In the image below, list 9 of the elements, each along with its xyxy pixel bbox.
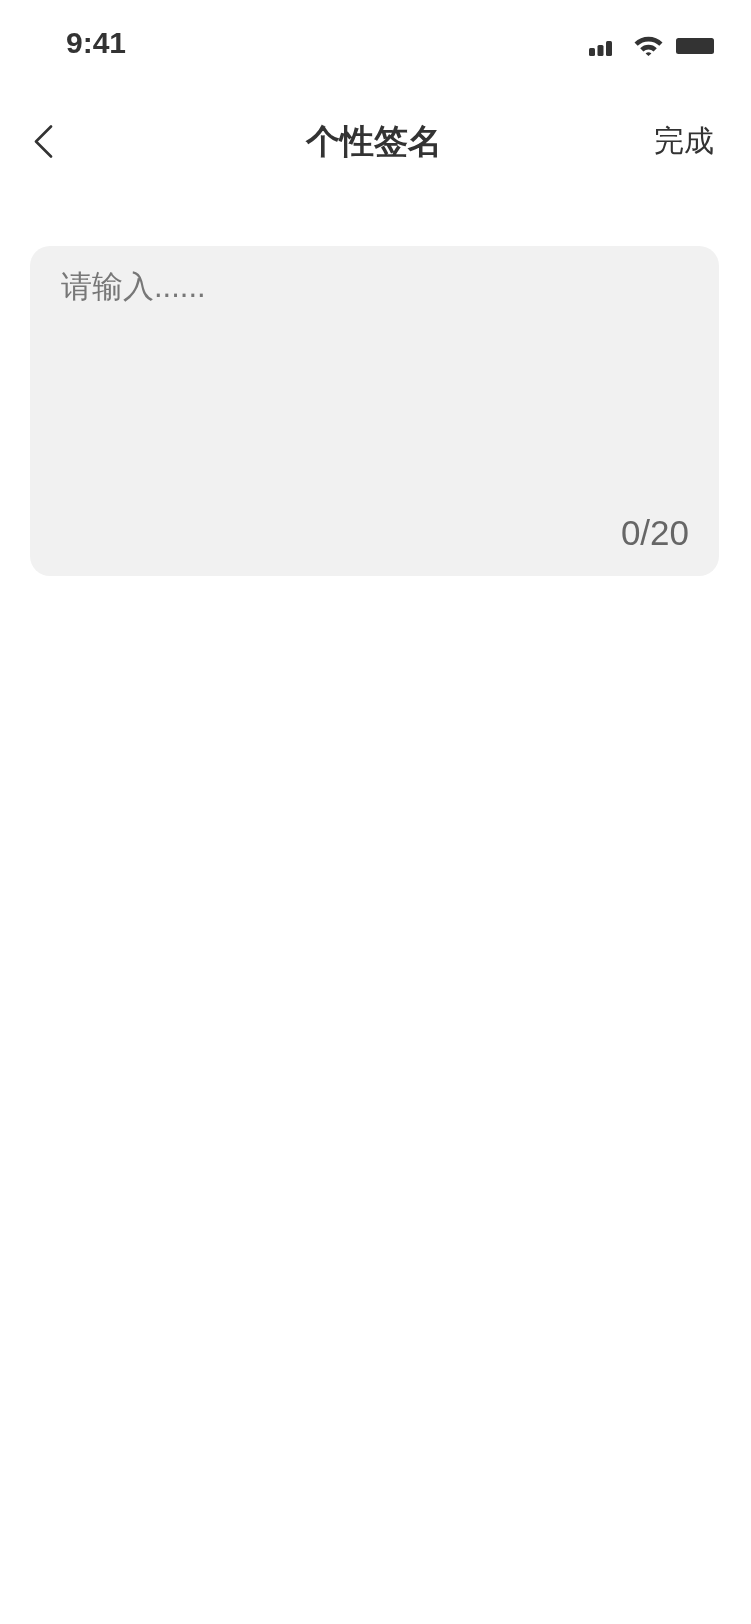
back-chevron-icon: [33, 124, 53, 158]
back-button[interactable]: [33, 124, 53, 158]
signal-icon: [589, 40, 612, 56]
battery-icon: [676, 38, 714, 54]
done-button[interactable]: 完成: [654, 123, 714, 159]
status-time: 9:41: [66, 25, 127, 61]
wifi-icon: [634, 36, 663, 56]
character-counter: 0/20: [620, 512, 689, 554]
page-title: 个性签名: [305, 120, 442, 162]
